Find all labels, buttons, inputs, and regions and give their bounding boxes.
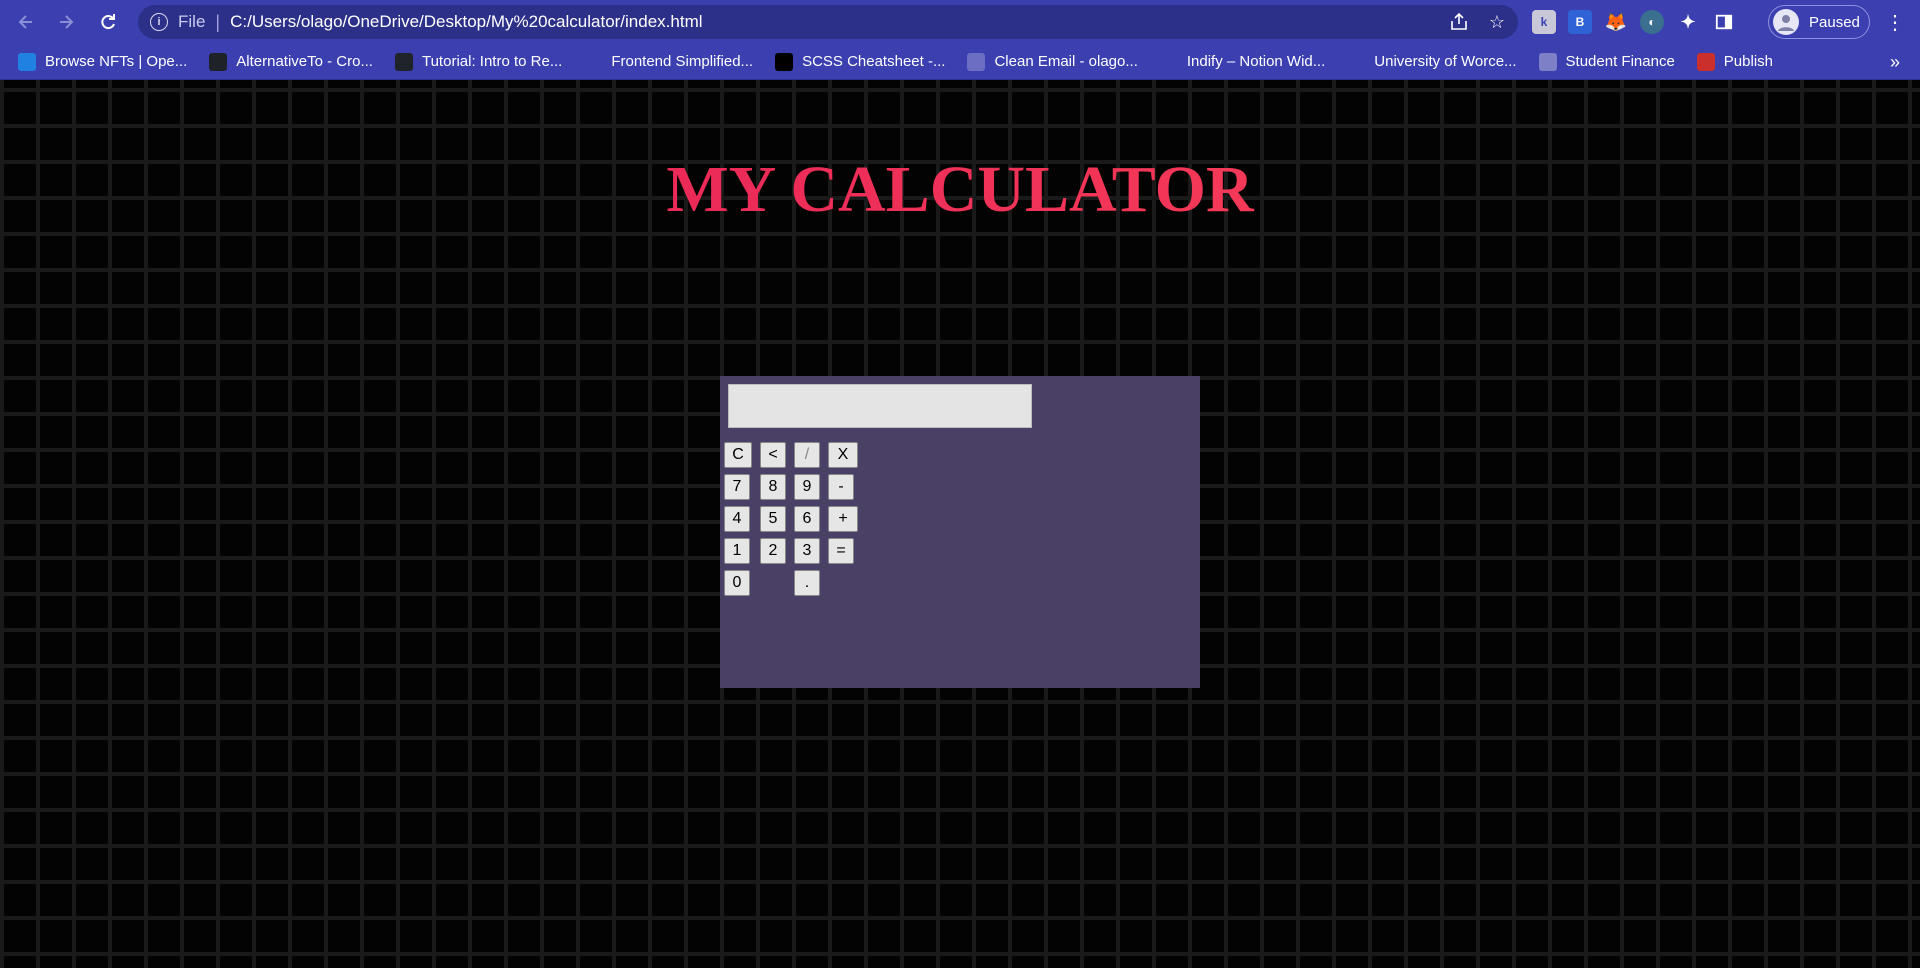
key-7-button[interactable]: 7 <box>724 474 750 500</box>
url-scheme: File <box>178 12 206 31</box>
bookmark-label: Indify – Notion Wid... <box>1186 53 1326 70</box>
plus-button[interactable]: + <box>828 506 858 532</box>
key-1-button[interactable]: 1 <box>724 538 750 564</box>
key-9-button[interactable]: 9 <box>794 474 820 500</box>
key-8-button[interactable]: 8 <box>760 474 786 500</box>
bitwarden-icon[interactable]: B <box>1568 10 1592 34</box>
share-icon[interactable] <box>1448 11 1470 33</box>
publish-icon <box>1696 52 1715 71</box>
avatar-icon <box>1773 9 1799 35</box>
globe-icon <box>1538 52 1557 71</box>
bookmark-item[interactable]: AlternativeTo - Cro... <box>209 52 373 71</box>
kebab-menu-icon[interactable]: ⋮ <box>1880 5 1910 39</box>
profile-status: Paused <box>1809 13 1860 31</box>
minus-button[interactable]: - <box>828 474 854 500</box>
back-arrow-icon[interactable] <box>6 4 46 40</box>
code-icon <box>584 52 603 71</box>
puzzle-icon[interactable]: ✦ <box>1676 10 1700 34</box>
bookmarks-overflow-icon[interactable]: » <box>1890 44 1900 80</box>
key-6-button[interactable]: 6 <box>794 506 820 532</box>
bookmark-label: AlternativeTo - Cro... <box>236 53 373 70</box>
feather-icon <box>1159 52 1178 71</box>
omnibox-actions: ☆ <box>1448 5 1508 39</box>
divide-button[interactable]: / <box>794 442 820 468</box>
bookmark-item[interactable]: Clean Email - olago... <box>967 52 1138 71</box>
bookmark-item[interactable]: Tutorial: Intro to Re... <box>394 52 563 71</box>
key-2-button[interactable]: 2 <box>760 538 786 564</box>
star-icon[interactable]: ☆ <box>1486 11 1508 33</box>
bookmark-label: Browse NFTs | Ope... <box>45 53 188 70</box>
bookmark-label: Student Finance <box>1565 53 1675 70</box>
key-4-button[interactable]: 4 <box>724 506 750 532</box>
bookmarks-bar: Browse NFTs | Ope... AlternativeTo - Cro.… <box>0 44 1920 80</box>
url-separator: | <box>215 11 221 32</box>
browser-toolbar: i File | C:/Users/olago/OneDrive/Desktop… <box>0 0 1920 44</box>
bookmark-label: Publish <box>1723 53 1773 70</box>
page-title: MY CALCULATOR <box>0 152 1920 228</box>
key-0-button[interactable]: 0 <box>724 570 750 596</box>
page-background: MY CALCULATOR C < / X 7 8 9 - 4 5 6 + 1 … <box>0 80 1920 968</box>
key-5-button[interactable]: 5 <box>760 506 786 532</box>
multiply-button[interactable]: X <box>828 442 858 468</box>
cleanemail-icon <box>967 52 986 71</box>
info-icon[interactable]: i <box>150 13 168 31</box>
react-icon <box>394 52 413 71</box>
bookmark-label: Tutorial: Intro to Re... <box>421 53 563 70</box>
bookmark-label: Frontend Simplified... <box>611 53 754 70</box>
university-icon <box>1347 52 1366 71</box>
address-bar[interactable]: i File | C:/Users/olago/OneDrive/Desktop… <box>138 5 1518 39</box>
dev-icon <box>775 52 794 71</box>
calculator: C < / X 7 8 9 - 4 5 6 + 1 2 3 = 0 . <box>720 376 1200 688</box>
bookmark-label: SCSS Cheatsheet -... <box>802 53 946 70</box>
alternativeto-icon <box>209 52 228 71</box>
reload-icon[interactable] <box>88 4 128 40</box>
backspace-button[interactable]: < <box>760 442 786 468</box>
calculator-display[interactable] <box>728 384 1032 428</box>
url-text[interactable]: C:/Users/olago/OneDrive/Desktop/My%20cal… <box>230 12 702 32</box>
bookmark-item[interactable]: Indify – Notion Wid... <box>1159 52 1326 71</box>
bookmark-item[interactable]: Publish <box>1696 52 1773 71</box>
bookmark-label: University of Worce... <box>1374 53 1517 70</box>
bookmark-item[interactable]: University of Worce... <box>1347 52 1517 71</box>
decimal-button[interactable]: . <box>794 570 820 596</box>
bookmark-item[interactable]: Browse NFTs | Ope... <box>18 52 188 71</box>
metamask-icon[interactable]: 🦊 <box>1604 10 1628 34</box>
extension-circle-icon[interactable]: ◐ <box>1640 10 1664 34</box>
equals-button[interactable]: = <box>828 538 854 564</box>
bookmark-item[interactable]: Student Finance <box>1538 52 1675 71</box>
sidebar-icon[interactable] <box>1712 10 1736 34</box>
clear-button[interactable]: C <box>724 442 752 468</box>
profile-button[interactable]: Paused <box>1768 5 1870 39</box>
bookmark-item[interactable]: SCSS Cheatsheet -... <box>775 52 946 71</box>
bookmark-item[interactable]: Frontend Simplified... <box>584 52 754 71</box>
key-3-button[interactable]: 3 <box>794 538 820 564</box>
forward-arrow-icon[interactable] <box>46 4 86 40</box>
bookmark-label: Clean Email - olago... <box>994 53 1138 70</box>
extensions-bar: k B 🦊 ◐ ✦ <box>1532 0 1736 44</box>
opensea-icon <box>18 52 36 71</box>
extension-k-icon[interactable]: k <box>1532 10 1556 34</box>
